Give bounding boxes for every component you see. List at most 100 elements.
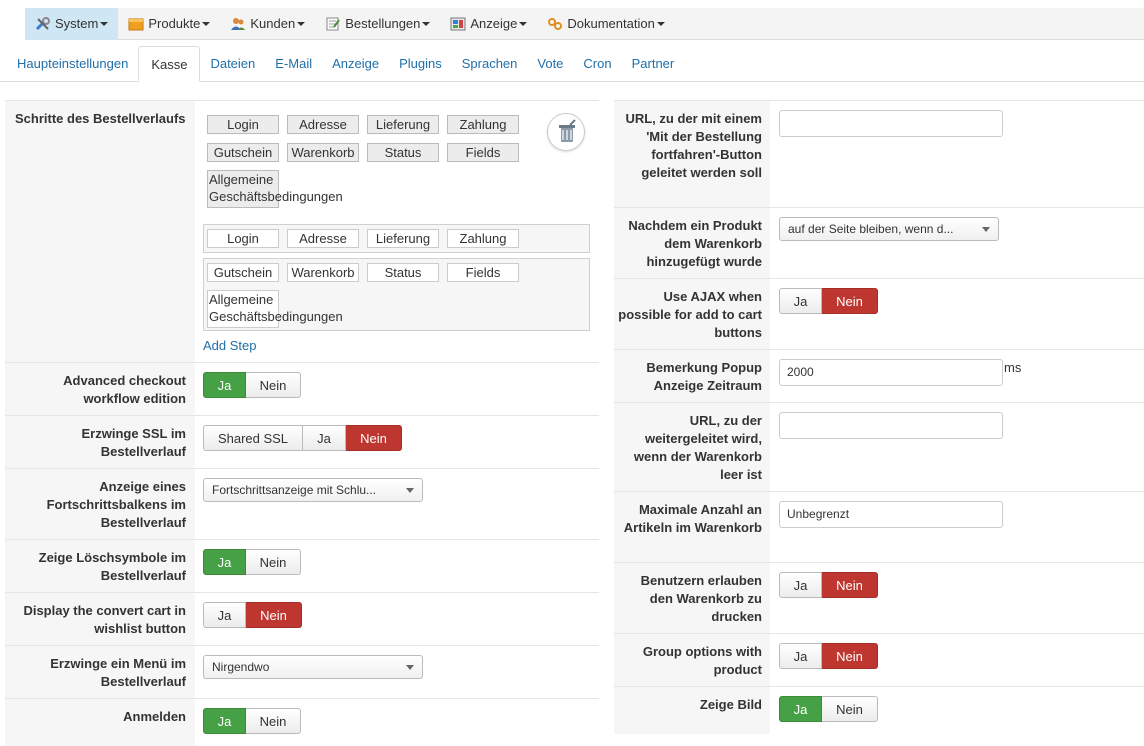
row-login: Anmelden Ja Nein [5, 698, 599, 746]
menu-kunden[interactable]: Kunden [220, 8, 315, 40]
progress-select-value: Fortschrittsanzeige mit Schlu... [212, 483, 377, 497]
palette-step-zahlung[interactable]: Zahlung [447, 115, 519, 134]
tab-haupteinstellungen[interactable]: Haupteinstellungen [7, 45, 138, 81]
palette-step-agb[interactable]: Allgemeine Geschäftsbedingungen [207, 170, 343, 208]
left-settings-column: Schritte des Bestellverlaufs Login Adres… [5, 100, 599, 746]
palette-step-adresse[interactable]: Adresse [287, 115, 359, 134]
palette-step-fields[interactable]: Fields [447, 143, 519, 162]
after-add-label: Nachdem ein Produkt dem Warenkorb hinzug… [628, 218, 762, 269]
menu-select[interactable]: Nirgendwo [203, 655, 423, 679]
menu-dokumentation[interactable]: Dokumentation [537, 8, 674, 40]
chevron-down-icon [297, 21, 306, 26]
group-label: Group options with product [642, 644, 762, 677]
row-checkout-steps: Schritte des Bestellverlaufs Login Adres… [5, 100, 599, 362]
image-yes-button[interactable]: Ja [779, 696, 822, 722]
wishlist-no-button[interactable]: Nein [246, 602, 302, 628]
palette-step-warenkorb[interactable]: Warenkorb [287, 143, 359, 162]
login-label: Anmelden [123, 709, 186, 724]
advanced-yes-button[interactable]: Ja [203, 372, 246, 398]
tab-dateien[interactable]: Dateien [200, 45, 265, 81]
zone2-step-status[interactable]: Status [367, 263, 439, 282]
tab-sprachen[interactable]: Sprachen [452, 45, 528, 81]
row-continue-url: URL, zu der mit einem 'Mit der Bestellun… [614, 100, 1144, 207]
trash-drop-zone[interactable] [547, 113, 585, 151]
group-no-button[interactable]: Nein [822, 643, 878, 669]
step-line: Geschäftsbedingungen [209, 309, 343, 324]
add-step-link[interactable]: Add Step [203, 338, 257, 353]
zone2-step-agb[interactable]: Allgemeine Geschäftsbedingungen [207, 290, 343, 328]
group-control: Ja Nein [770, 634, 1144, 686]
tab-cron[interactable]: Cron [573, 45, 621, 81]
progress-select[interactable]: Fortschrittsanzeige mit Schlu... [203, 478, 423, 502]
popup-unit: ms [1004, 360, 1022, 375]
palette-step-status[interactable]: Status [367, 143, 439, 162]
tab-kasse[interactable]: Kasse [138, 46, 201, 82]
ajax-control: Ja Nein [770, 279, 1144, 349]
menu-system[interactable]: System [25, 7, 119, 40]
display-icon [450, 17, 466, 31]
max-items-input[interactable]: Unbegrenzt [779, 501, 1003, 528]
zone1-step-login[interactable]: Login [207, 229, 279, 248]
ajax-no-button[interactable]: Nein [822, 288, 878, 314]
menu-setting-control: Nirgendwo [195, 646, 599, 698]
login-no-button[interactable]: Nein [246, 708, 301, 734]
zone2-step-gutschein[interactable]: Gutschein [207, 263, 279, 282]
zone1-step-adresse[interactable]: Adresse [287, 229, 359, 248]
tab-plugins[interactable]: Plugins [389, 45, 452, 81]
ajax-yes-button[interactable]: Ja [779, 288, 822, 314]
menu-anzeige[interactable]: Anzeige [440, 8, 537, 40]
continue-url-input[interactable] [779, 110, 1003, 137]
row-empty-cart-url: URL, zu der weitergeleitet wird, wenn de… [614, 402, 1144, 491]
delete-no-button[interactable]: Nein [246, 549, 301, 575]
top-menu-bar: System Produkte Kunden Bestellungen Anze… [0, 0, 1144, 41]
ssl-toggle: Shared SSL Ja Nein [203, 425, 402, 451]
menu-label: Kunden [250, 16, 296, 31]
group-yes-button[interactable]: Ja [779, 643, 822, 669]
advanced-toggle: Ja Nein [203, 372, 301, 398]
steps-control: Login Adresse Lieferung Zahlung Gutschei… [195, 101, 599, 362]
delete-control: Ja Nein [195, 540, 599, 592]
box-icon [128, 17, 144, 31]
palette-step-login[interactable]: Login [207, 115, 279, 134]
wrench-icon [35, 16, 51, 31]
advanced-no-button[interactable]: Nein [246, 372, 301, 398]
tab-email[interactable]: E-Mail [265, 45, 322, 81]
zone1-step-zahlung[interactable]: Zahlung [447, 229, 519, 248]
advanced-control: Ja Nein [195, 363, 599, 415]
login-toggle: Ja Nein [203, 708, 301, 734]
wishlist-label: Display the convert cart in wishlist but… [23, 603, 186, 636]
zone2-step-fields[interactable]: Fields [447, 263, 519, 282]
print-yes-button[interactable]: Ja [779, 572, 822, 598]
ssl-no-button[interactable]: Nein [346, 425, 402, 451]
tab-partner[interactable]: Partner [622, 45, 685, 81]
empty-url-input[interactable] [779, 412, 1003, 439]
after-add-select[interactable]: auf der Seite bleiben, wenn d... [779, 217, 999, 241]
row-max-items: Maximale Anzahl an Artikeln im Warenkorb… [614, 491, 1144, 562]
tab-vote[interactable]: Vote [527, 45, 573, 81]
menu-bestellungen[interactable]: Bestellungen [315, 8, 440, 40]
image-no-button[interactable]: Nein [822, 696, 878, 722]
gears-icon [547, 17, 563, 31]
ssl-shared-button[interactable]: Shared SSL [203, 425, 303, 451]
menu-label: Produkte [148, 16, 201, 31]
row-progress-bar: Anzeige eines Fortschrittsbalkens im Bes… [5, 468, 599, 539]
palette-step-gutschein[interactable]: Gutschein [207, 143, 279, 162]
wishlist-yes-button[interactable]: Ja [203, 602, 246, 628]
print-control: Ja Nein [770, 563, 1144, 633]
menu-select-value: Nirgendwo [212, 660, 270, 674]
print-no-button[interactable]: Nein [822, 572, 878, 598]
step-line: Allgemeine [209, 172, 274, 187]
ajax-toggle: Ja Nein [779, 288, 878, 314]
tab-anzeige[interactable]: Anzeige [322, 45, 389, 81]
palette-step-lieferung[interactable]: Lieferung [367, 115, 439, 134]
delete-yes-button[interactable]: Ja [203, 549, 246, 575]
zone2-step-warenkorb[interactable]: Warenkorb [287, 263, 359, 282]
delete-label: Zeige Löschsymbole im Bestellverlauf [38, 550, 186, 583]
zone1-step-lieferung[interactable]: Lieferung [367, 229, 439, 248]
print-label: Benutzern erlauben den Warenkorb zu druc… [640, 573, 762, 624]
menu-produkte[interactable]: Produkte [118, 8, 220, 40]
login-yes-button[interactable]: Ja [203, 708, 246, 734]
ssl-yes-button[interactable]: Ja [303, 425, 346, 451]
row-print-cart: Benutzern erlauben den Warenkorb zu druc… [614, 562, 1144, 633]
popup-input[interactable]: 2000 [779, 359, 1003, 386]
